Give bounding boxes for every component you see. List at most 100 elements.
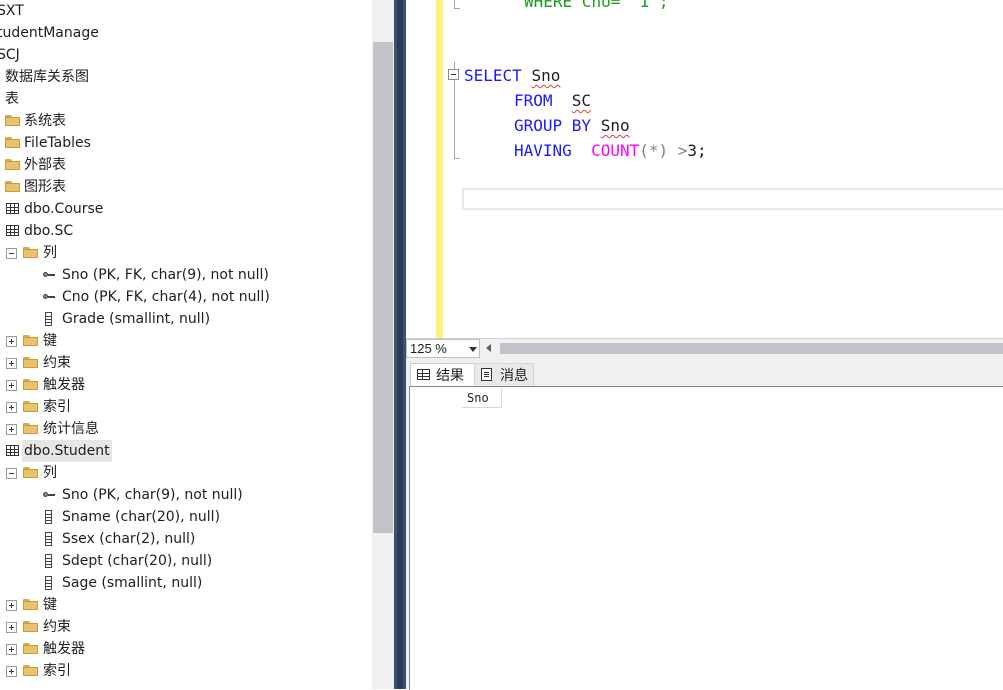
tree-node-label: Sno (PK, FK, char(9), not null) xyxy=(62,267,269,283)
tree-node-label: Sno (PK, char(9), not null) xyxy=(62,487,243,503)
code-text: Cno= '1'; xyxy=(572,0,669,11)
expand-icon[interactable] xyxy=(6,644,17,655)
tree-node-label: SCJ xyxy=(0,47,20,63)
key-icon xyxy=(43,294,55,300)
keyword: GROUP BY xyxy=(514,116,592,135)
fold-line xyxy=(454,0,455,9)
editor-horizontal-scrollbar-thumb[interactable] xyxy=(500,343,1003,354)
table-icon xyxy=(6,203,19,214)
identifier: SC xyxy=(571,91,592,110)
collapse-icon[interactable] xyxy=(6,248,17,259)
key-icon xyxy=(43,272,55,278)
tree-node-label: 触发器 xyxy=(43,377,85,393)
folder-icon xyxy=(23,665,38,676)
column-icon xyxy=(45,576,52,590)
expand-icon[interactable] xyxy=(6,424,17,435)
tab-results[interactable]: 结果 xyxy=(410,363,475,386)
expand-icon[interactable] xyxy=(6,622,17,633)
key-icon xyxy=(43,492,55,498)
expand-icon[interactable] xyxy=(6,402,17,413)
tree-node-label: 约束 xyxy=(43,355,71,371)
tab-messages[interactable]: 消息 xyxy=(474,363,534,386)
tree-node-label: 约束 xyxy=(43,619,71,635)
tree-node-label: Grade (smallint, null) xyxy=(62,311,211,327)
zoom-dropdown[interactable]: 125 % xyxy=(406,339,480,358)
folder-icon xyxy=(23,335,38,346)
results-grid[interactable]: Sno xyxy=(409,386,1003,690)
tree-node-label: 图形表 xyxy=(24,179,66,195)
results-panel: 结果 消息 Sno xyxy=(406,358,1003,690)
folder-icon xyxy=(23,379,38,390)
tree-node-label: Sage (smallint, null) xyxy=(62,575,203,591)
expand-icon[interactable] xyxy=(6,358,17,369)
folder-icon xyxy=(23,247,38,258)
message-icon xyxy=(481,368,492,381)
keyword: FROM xyxy=(514,91,553,110)
tree-node-label: 统计信息 xyxy=(43,421,99,437)
column-icon xyxy=(45,312,52,326)
table-icon xyxy=(6,225,19,236)
column-icon xyxy=(45,510,52,524)
current-line-highlight xyxy=(462,188,1003,210)
folder-icon xyxy=(23,423,38,434)
code-line-where: WHERE Cno= '1'; xyxy=(524,0,669,13)
identifier: Sno xyxy=(600,116,630,135)
table-icon xyxy=(6,445,19,456)
tree-node-label: dbo.Course xyxy=(24,201,104,217)
folder-icon xyxy=(23,599,38,610)
tree-node-label: FileTables xyxy=(24,135,91,151)
scroll-left-icon[interactable] xyxy=(486,344,491,352)
query-editor[interactable]: WHERE Cno= '1'; SELECT Sno FROM SC GROUP… xyxy=(406,0,1003,340)
collapse-icon[interactable] xyxy=(448,69,459,80)
keyword: SELECT xyxy=(464,66,522,85)
tree-node-label: 列 xyxy=(43,245,57,261)
operator: (*) xyxy=(639,141,669,160)
tree-node-label: Cno (PK, FK, char(4), not null) xyxy=(62,289,270,305)
tab-label: 结果 xyxy=(436,367,464,383)
identifier: Sno xyxy=(531,66,561,85)
zoom-value: 125 % xyxy=(410,341,447,356)
expand-icon[interactable] xyxy=(6,380,17,391)
folder-icon xyxy=(23,357,38,368)
folder-icon xyxy=(23,467,38,478)
collapse-icon[interactable] xyxy=(6,468,17,479)
object-explorer: SXT tudentManage SCJ 数据库关系图 表 系统表 FileTa… xyxy=(0,0,394,689)
column-header[interactable]: Sno xyxy=(462,388,502,408)
folder-icon xyxy=(23,401,38,412)
tree-node-label: 外部表 xyxy=(24,157,66,173)
grid-icon xyxy=(417,369,430,380)
panel-splitter[interactable] xyxy=(394,0,406,689)
tree-node-label: 索引 xyxy=(43,663,71,679)
editor-status-bar: 125 % xyxy=(406,338,1003,359)
expand-icon[interactable] xyxy=(6,336,17,347)
tree-node-label: SXT xyxy=(0,3,24,19)
tree-node-label: Sdept (char(20), null) xyxy=(62,553,213,569)
tree-node-label: 列 xyxy=(43,465,57,481)
keyword: WHERE xyxy=(524,0,573,11)
operator: > xyxy=(677,141,688,160)
tree-node-label: 表 xyxy=(5,91,19,107)
code-line-having: HAVING COUNT(*) >3; xyxy=(514,140,707,162)
fold-line xyxy=(454,158,460,159)
tab-label: 消息 xyxy=(500,367,528,383)
expand-icon[interactable] xyxy=(6,666,17,677)
tree-node-label: Ssex (char(2), null) xyxy=(62,531,196,547)
folder-icon xyxy=(5,181,20,192)
folder-icon xyxy=(5,159,20,170)
code-text: 3; xyxy=(687,141,707,160)
folder-icon xyxy=(23,643,38,654)
code-line-select: SELECT Sno xyxy=(464,65,560,87)
expand-icon[interactable] xyxy=(6,600,17,611)
tree-node-label: 系统表 xyxy=(24,113,66,129)
tree-node-label: 键 xyxy=(43,333,57,349)
tree-node-label: dbo.SC xyxy=(24,223,74,239)
function-name: COUNT xyxy=(591,141,640,160)
tree-node-label: Sname (char(20), null) xyxy=(62,509,221,525)
chevron-down-icon xyxy=(469,347,477,352)
folder-icon xyxy=(23,621,38,632)
tree-node-label: 索引 xyxy=(43,399,71,415)
column-icon xyxy=(45,554,52,568)
code-line-from: FROM SC xyxy=(514,90,591,112)
change-margin xyxy=(436,0,443,340)
explorer-scrollbar-thumb[interactable] xyxy=(373,42,393,533)
